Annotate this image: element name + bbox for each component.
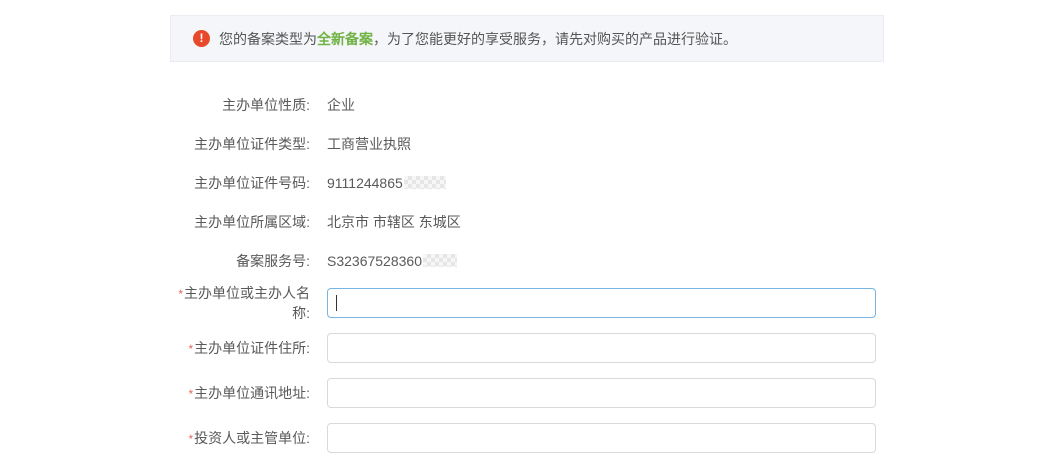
alert-text-prefix: 您的备案类型为	[219, 31, 317, 47]
required-asterisk: *	[188, 387, 193, 401]
field-value: 企业	[327, 95, 355, 115]
exclamation-circle-icon: !	[193, 30, 210, 47]
input-row-mailing-address: *主办单位通讯地址:	[170, 370, 884, 415]
filing-type-highlight: 全新备案	[317, 31, 373, 47]
field-label: 主办单位证件号码:	[170, 173, 310, 193]
input-row-investor-unit: *投资人或主管单位:	[170, 415, 884, 460]
field-value: 9111244865	[327, 175, 446, 191]
certificate-address-input[interactable]	[327, 333, 876, 363]
field-value: 工商营业执照	[327, 134, 411, 154]
field-label: 备案服务号:	[170, 251, 310, 271]
investor-unit-input[interactable]	[327, 423, 876, 453]
certificate-number-visible: 9111244865	[327, 175, 403, 191]
filing-verification-page: ! 您的备案类型为全新备案，为了您能更好的享受服务，请先对购买的产品进行验证。 …	[0, 15, 1050, 469]
input-wrapper	[327, 333, 876, 363]
field-row-service-number: 备案服务号: S32367528360	[170, 241, 884, 280]
static-info-section: 主办单位性质: 企业 主办单位证件类型: 工商营业执照 主办单位证件号码: 91…	[170, 85, 884, 280]
field-value: S32367528360	[327, 253, 457, 269]
input-wrapper	[327, 423, 876, 453]
text-caret	[336, 295, 337, 311]
field-row-certificate-number: 主办单位证件号码: 9111244865	[170, 163, 884, 202]
field-row-region: 主办单位所属区域: 北京市 市辖区 东城区	[170, 202, 884, 241]
censored-mosaic	[404, 176, 446, 189]
field-label: 主办单位证件类型:	[170, 134, 310, 154]
field-label: *主办单位或主办人名称:	[170, 283, 310, 323]
field-row-certificate-type: 主办单位证件类型: 工商营业执照	[170, 124, 884, 163]
censored-mosaic	[423, 254, 457, 267]
input-row-certificate-address: *主办单位证件住所:	[170, 325, 884, 370]
alert-text-suffix: ，为了您能更好的享受服务，请先对购买的产品进行验证。	[373, 31, 737, 47]
filing-type-alert-banner: ! 您的备案类型为全新备案，为了您能更好的享受服务，请先对购买的产品进行验证。	[170, 15, 884, 62]
field-label: 主办单位所属区域:	[170, 212, 310, 232]
field-value: 北京市 市辖区 东城区	[327, 212, 461, 232]
required-asterisk: *	[188, 342, 193, 356]
field-label: 主办单位性质:	[170, 95, 310, 115]
organizer-name-input[interactable]	[327, 288, 876, 318]
alert-message: 您的备案类型为全新备案，为了您能更好的享受服务，请先对购买的产品进行验证。	[219, 29, 737, 49]
input-wrapper	[327, 378, 876, 408]
content-area: ! 您的备案类型为全新备案，为了您能更好的享受服务，请先对购买的产品进行验证。 …	[170, 15, 884, 460]
field-row-organizer-nature: 主办单位性质: 企业	[170, 85, 884, 124]
mailing-address-input[interactable]	[327, 378, 876, 408]
field-label-text: 主办单位证件住所:	[194, 340, 310, 356]
required-asterisk: *	[178, 287, 183, 301]
input-section: *主办单位或主办人名称: *主办单位证件住所: *主办单位通讯地址: *	[170, 280, 884, 460]
field-label-text: 主办单位通讯地址:	[194, 385, 310, 401]
field-label-text: 主办单位或主办人名称:	[184, 285, 310, 321]
required-asterisk: *	[188, 432, 193, 446]
field-label-text: 投资人或主管单位:	[194, 430, 310, 446]
field-label: *主办单位通讯地址:	[170, 383, 310, 403]
input-row-organizer-name: *主办单位或主办人名称:	[170, 280, 884, 325]
field-label: *投资人或主管单位:	[170, 428, 310, 448]
service-number-visible: S32367528360	[327, 253, 422, 269]
input-wrapper	[327, 288, 876, 318]
field-label: *主办单位证件住所:	[170, 338, 310, 358]
